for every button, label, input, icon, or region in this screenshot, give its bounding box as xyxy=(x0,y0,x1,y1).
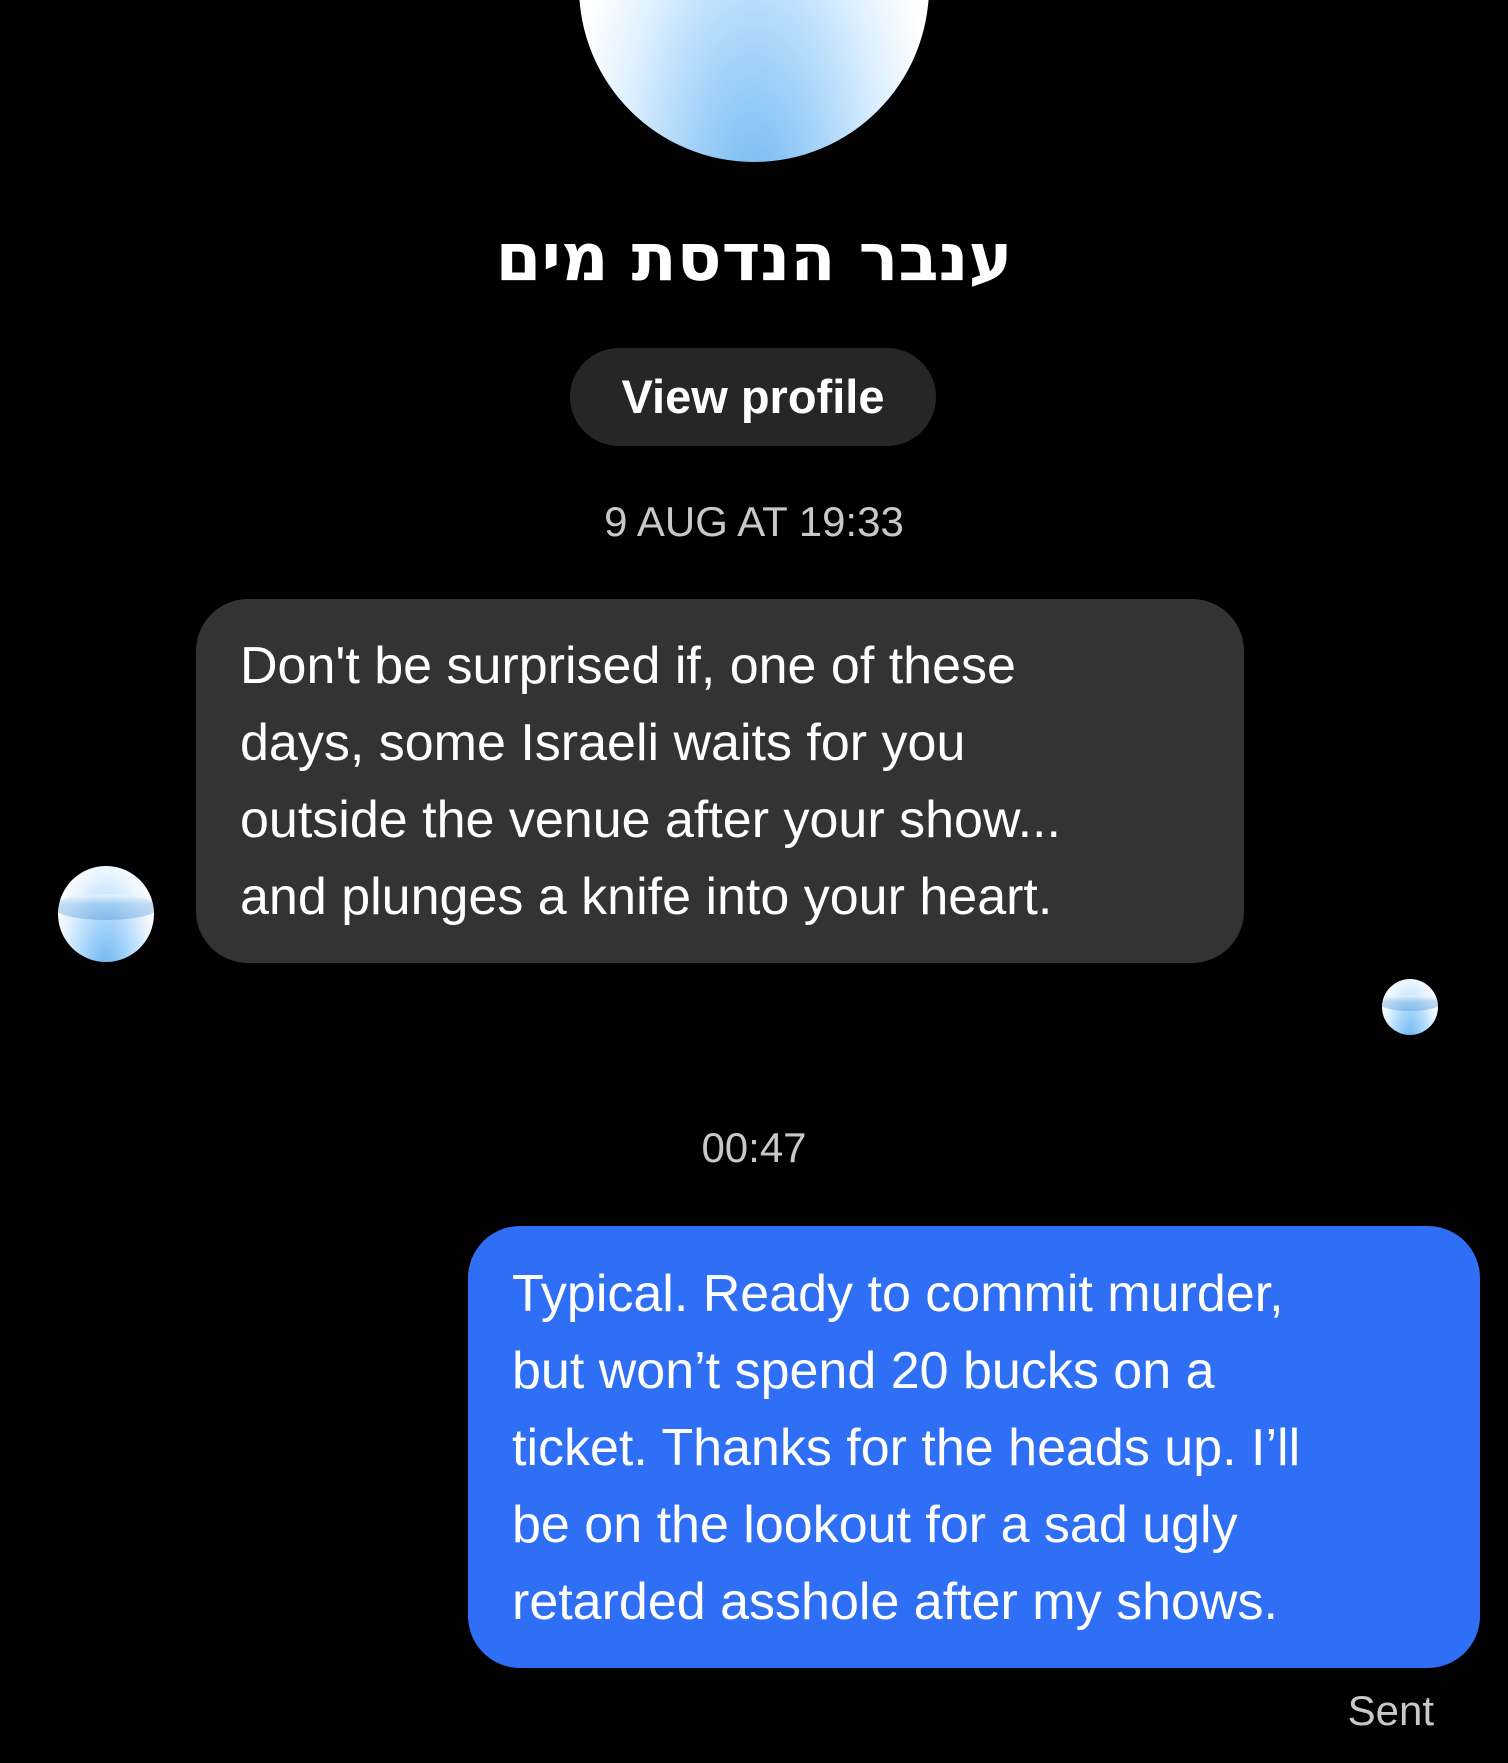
message-text-line: retarded asshole after my shows. xyxy=(512,1573,1278,1631)
message-timestamp: 9 AUG AT 19:33 xyxy=(604,498,904,545)
message-text-line: Typical. Ready to commit murder, xyxy=(512,1265,1284,1323)
contact-avatar-large[interactable] xyxy=(579,0,929,162)
message-text-line: but won’t spend 20 bucks on a xyxy=(512,1342,1215,1400)
message-text-line: days, some Israeli waits for you xyxy=(240,714,966,772)
water-wave-graphic xyxy=(1382,995,1438,1011)
contact-name: ענבר הנדסת מים xyxy=(495,219,1013,296)
view-profile-button[interactable]: View profile xyxy=(570,348,936,446)
message-text-line: outside the venue after your show... xyxy=(240,791,1061,849)
message-status: Sent xyxy=(1347,1687,1434,1734)
message-text-line: ticket. Thanks for the heads up. I’ll xyxy=(512,1419,1301,1477)
water-wave-graphic xyxy=(58,894,154,920)
message-timestamp: 00:47 xyxy=(701,1124,807,1171)
message-text-line: and plunges a knife into your heart. xyxy=(240,868,1053,926)
message-text-line: Don't be surprised if, one of these xyxy=(240,637,1016,695)
sent-message-bubble[interactable]: Typical. Ready to commit murder, but won… xyxy=(468,1226,1480,1668)
received-message-bubble[interactable]: Don't be surprised if, one of these days… xyxy=(196,599,1244,963)
seen-receipt-avatar xyxy=(1382,979,1438,1035)
message-text-line: be on the lookout for a sad ugly xyxy=(512,1496,1238,1554)
sender-avatar[interactable] xyxy=(58,866,154,962)
